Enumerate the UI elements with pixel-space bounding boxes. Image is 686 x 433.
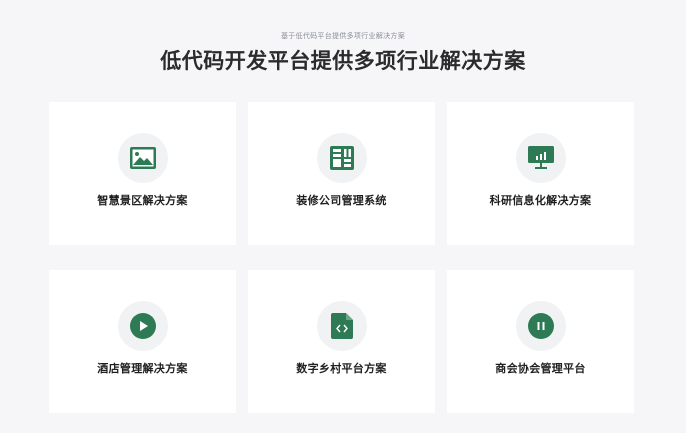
pause-icon: [527, 313, 554, 339]
page-title: 低代码开发平台提供多项行业解决方案: [160, 49, 526, 73]
solution-card-scenic-area[interactable]: 智慧景区解决方案: [49, 102, 236, 245]
solution-card-label: 酒店管理解决方案: [97, 362, 188, 375]
solution-card-label: 商会协会管理平台: [495, 362, 586, 375]
solution-card-renovation[interactable]: 装修公司管理系统: [248, 102, 435, 245]
icon-circle: [515, 133, 566, 183]
monitor-chart-icon: [527, 146, 554, 169]
solution-card-chamber[interactable]: 商会协会管理平台: [447, 270, 634, 413]
solution-card-digital-village[interactable]: 数字乡村平台方案: [248, 270, 435, 413]
solution-card-label: 科研信息化解决方案: [489, 194, 592, 207]
icon-circle: [117, 133, 168, 183]
image-icon: [129, 147, 156, 169]
play-icon: [129, 313, 156, 339]
icon-circle: [316, 133, 367, 183]
solutions-grid: 智慧景区解决方案 装修公司管理系统 科研信息化解决方案 酒店管理解决方案 数字乡…: [49, 102, 635, 413]
solution-card-hotel[interactable]: 酒店管理解决方案: [49, 270, 236, 413]
icon-circle: [117, 301, 168, 351]
icon-circle: [515, 301, 566, 351]
code-file-icon: [330, 313, 353, 339]
solution-card-label: 装修公司管理系统: [296, 194, 387, 207]
solution-card-label: 智慧景区解决方案: [97, 194, 188, 207]
grid-layout-icon: [329, 146, 354, 170]
icon-circle: [316, 301, 367, 351]
solution-card-label: 数字乡村平台方案: [296, 362, 387, 375]
solution-card-research[interactable]: 科研信息化解决方案: [447, 102, 634, 245]
section-subtitle: 基于低代码平台提供多项行业解决方案: [280, 32, 406, 40]
